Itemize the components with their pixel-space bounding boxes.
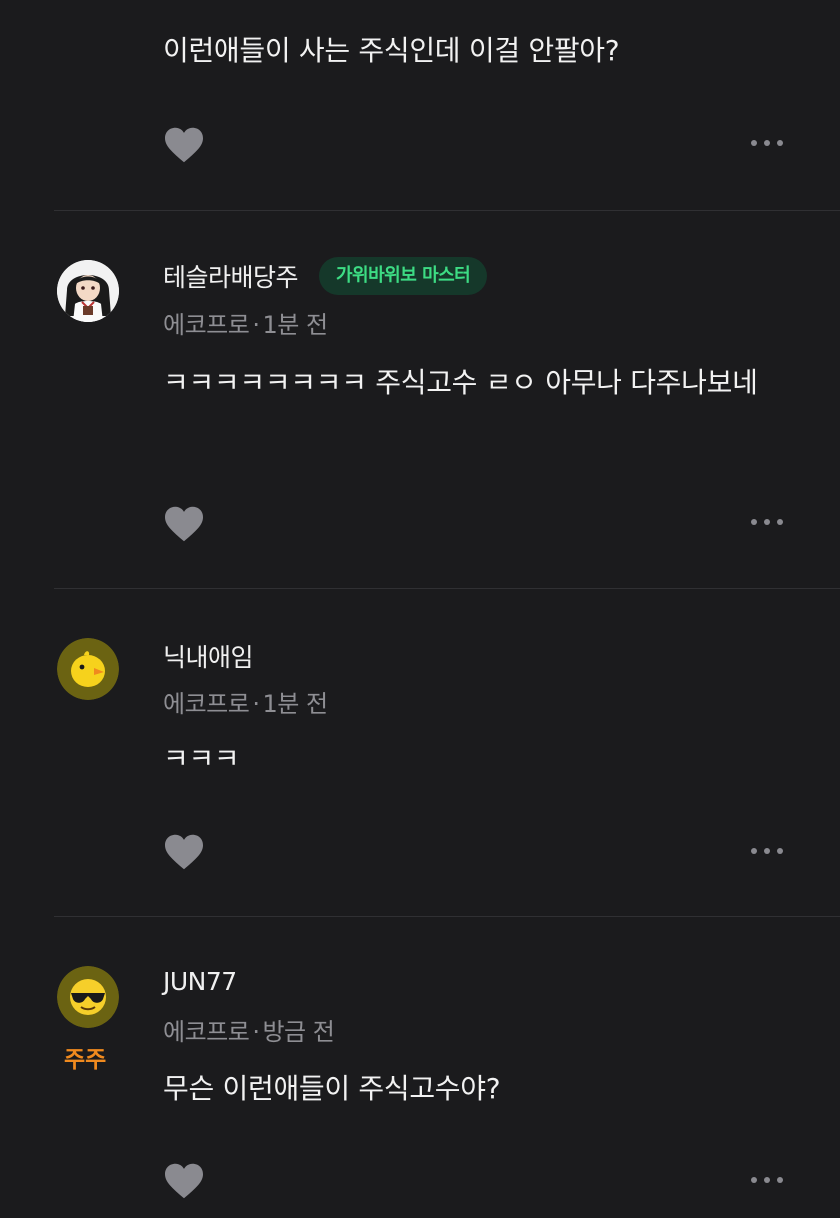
community-name: 에코프로 [163,311,250,339]
comment-meta: 에코프로 · 1분 전 [163,305,328,340]
user-badge: 가위바위보 마스터 [319,257,488,295]
divider [54,210,840,211]
more-dots-icon[interactable] [748,133,786,153]
comment-time: 1분 전 [262,690,328,718]
comment-meta: 에코프로 · 1분 전 [163,684,328,719]
yellow-chick-avatar[interactable] [57,638,119,700]
comment-author[interactable]: JUN77 [163,967,237,996]
anime-girl-avatar[interactable] [57,260,119,322]
member-grade-label: 주주 [64,1047,107,1073]
community-name: 에코프로 [163,1018,250,1046]
more-dots-icon[interactable] [748,1170,786,1190]
divider [54,588,840,589]
meta-separator: · [252,311,260,339]
comment-body: ㅋㅋㅋ [163,742,240,775]
heart-icon[interactable] [163,833,205,871]
comment-meta: 에코프로 · 방금 전 [163,1012,335,1047]
meta-separator: · [252,1018,260,1046]
heart-icon[interactable] [163,126,205,164]
comment-list: 이런애들이 사는 주식인데 이걸 안팔아? 테슬라배당주 가위바위보 마스터 에… [0,0,840,1218]
comment-author[interactable]: 테슬라배당주 [163,258,299,294]
comment-body: 무슨 이런애들이 주식고수야? [163,1072,501,1105]
comment-body: 이런애들이 사는 주식인데 이걸 안팔아? [163,34,620,67]
community-name: 에코프로 [163,690,250,718]
more-dots-icon[interactable] [748,841,786,861]
comment-body: ㅋㅋㅋㅋㅋㅋㅋㅋ 주식고수 ㄹㅇ 아무나 다주나보네 [163,366,758,399]
more-dots-icon[interactable] [748,512,786,532]
comment-time: 1분 전 [262,311,328,339]
heart-icon[interactable] [163,1162,205,1200]
comment-author[interactable]: 닉내애임 [163,638,254,674]
sunglasses-emoji-avatar[interactable] [57,966,119,1028]
heart-icon[interactable] [163,505,205,543]
comment-time: 방금 전 [262,1018,335,1046]
meta-separator: · [252,690,260,718]
divider [54,916,840,917]
